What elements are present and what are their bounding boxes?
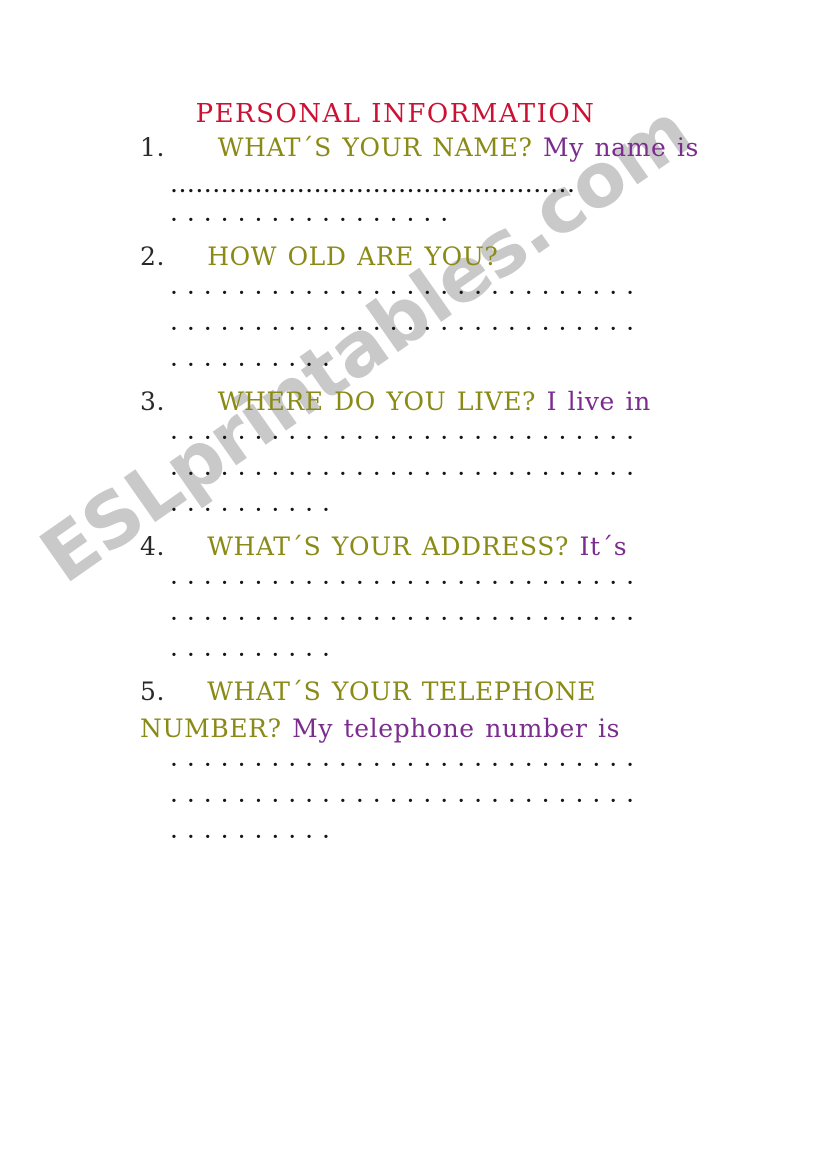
question-4-line: 4. WHAT´S YOUR ADDRESS? It´s xyxy=(0,528,821,565)
question-block-2: 2. HOW OLD ARE YOU? · · · · · · · · · · … xyxy=(0,238,821,383)
answer-lines-2[interactable]: · · · · · · · · · · · · · · · · · · · · … xyxy=(0,275,821,383)
question-block-4: 4. WHAT´S YOUR ADDRESS? It´s · · · · · ·… xyxy=(0,528,821,673)
question-3-text: WHERE DO YOU LIVE? xyxy=(217,386,537,416)
question-block-3: 3. WHERE DO YOU LIVE? I live in · · · · … xyxy=(0,383,821,528)
answer-dotted-line[interactable]: · · · · · · · · · · · · · · · · · · · · … xyxy=(170,420,761,456)
answer-dotted-line[interactable]: · · · · · · · · · · · · · · · · · · · · … xyxy=(170,783,761,819)
answer-dotted-line[interactable]: · · · · · · · · · · xyxy=(170,492,761,528)
answer-lines-3[interactable]: · · · · · · · · · · · · · · · · · · · · … xyxy=(0,420,821,528)
question-3-answer-prompt: I live in xyxy=(546,386,651,416)
answer-lines-5[interactable]: · · · · · · · · · · · · · · · · · · · · … xyxy=(0,747,821,855)
question-1-text: WHAT´S YOUR NAME? xyxy=(217,132,533,162)
answer-dotted-line[interactable]: ........................................… xyxy=(170,166,761,202)
question-3-number: 3. xyxy=(140,386,166,416)
worksheet-content: PERSONAL INFORMATION 1. WHAT´S YOUR NAME… xyxy=(0,0,821,855)
question-1-number: 1. xyxy=(140,132,166,162)
page-title: PERSONAL INFORMATION xyxy=(195,99,596,129)
worksheet-page: ESLprintables.com PERSONAL INFORMATION 1… xyxy=(0,0,821,1169)
answer-dotted-line[interactable]: · · · · · · · · · · · · · · · · · · · · … xyxy=(170,456,761,492)
question-2-line: 2. HOW OLD ARE YOU? xyxy=(0,238,821,275)
question-4-number: 4. xyxy=(140,531,166,561)
answer-dotted-line[interactable]: · · · · · · · · · · xyxy=(170,637,761,673)
question-2-number: 2. xyxy=(140,241,166,271)
question-5-number: 5. xyxy=(140,676,166,706)
answer-dotted-line[interactable]: · · · · · · · · · · · · · · · · · · · · … xyxy=(170,275,761,311)
answer-dotted-line[interactable]: · · · · · · · · · · xyxy=(170,347,761,383)
question-1-line: 1. WHAT´S YOUR NAME? My name is xyxy=(0,129,821,166)
answer-lines-1[interactable]: ........................................… xyxy=(0,166,821,238)
question-1-answer-prompt: My name is xyxy=(543,132,699,162)
answer-dotted-line[interactable]: · · · · · · · · · · · · · · · · · · · · … xyxy=(170,311,761,347)
answer-lines-4[interactable]: · · · · · · · · · · · · · · · · · · · · … xyxy=(0,565,821,673)
answer-dotted-line[interactable]: · · · · · · · · · · · · · · · · · xyxy=(170,202,761,238)
answer-dotted-line[interactable]: · · · · · · · · · · xyxy=(170,819,761,855)
question-5-answer-prompt: My telephone number is xyxy=(292,713,621,743)
question-block-1: 1. WHAT´S YOUR NAME? My name is ........… xyxy=(0,129,821,238)
question-5-line: 5. WHAT´S YOUR TELEPHONE NUMBER? My tele… xyxy=(0,673,821,747)
question-4-answer-prompt: It´s xyxy=(579,531,628,561)
question-2-text: HOW OLD ARE YOU? xyxy=(207,241,499,271)
answer-dotted-line[interactable]: · · · · · · · · · · · · · · · · · · · · … xyxy=(170,601,761,637)
question-4-text: WHAT´S YOUR ADDRESS? xyxy=(207,531,569,561)
question-block-5: 5. WHAT´S YOUR TELEPHONE NUMBER? My tele… xyxy=(0,673,821,855)
answer-dotted-line[interactable]: · · · · · · · · · · · · · · · · · · · · … xyxy=(170,565,761,601)
answer-dotted-line[interactable]: · · · · · · · · · · · · · · · · · · · · … xyxy=(170,747,761,783)
question-3-line: 3. WHERE DO YOU LIVE? I live in xyxy=(0,383,821,420)
